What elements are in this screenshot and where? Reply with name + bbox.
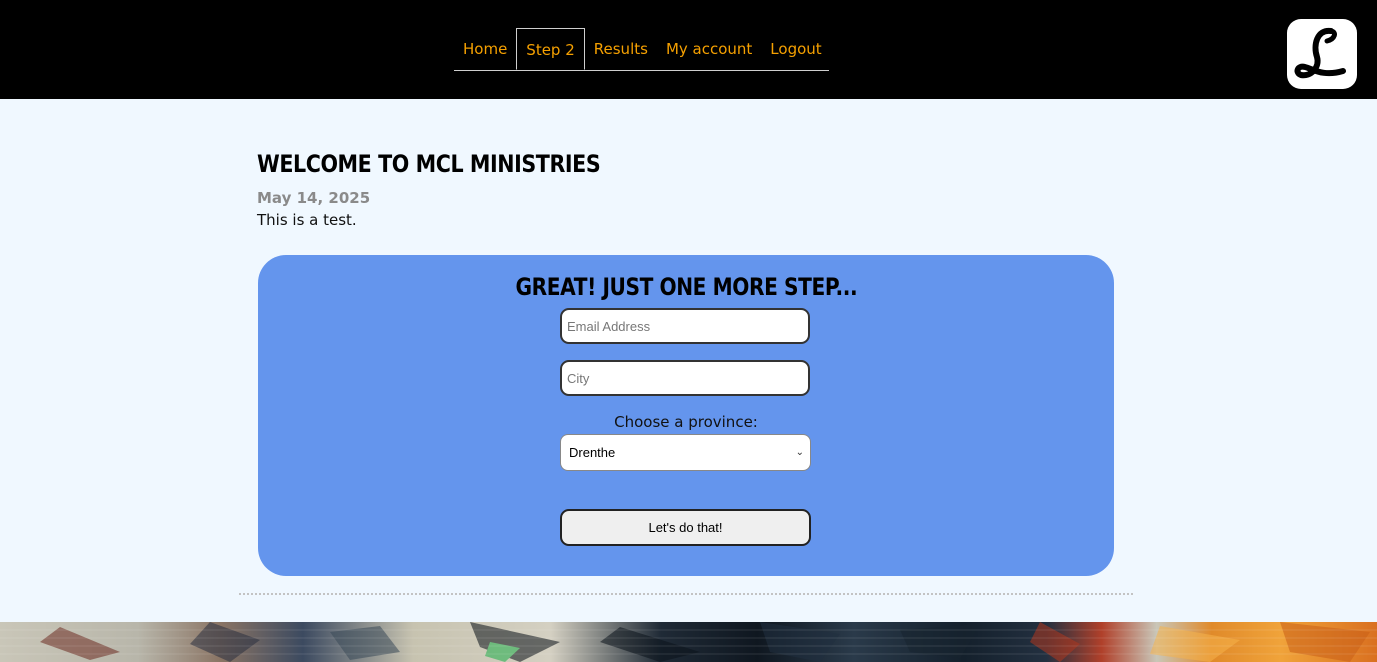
post-body: This is a test. [257, 211, 357, 229]
post-date: May 14, 2025 [257, 189, 371, 207]
content-divider [239, 593, 1133, 595]
nav-step-2[interactable]: Step 2 [516, 28, 585, 70]
painting-texture-icon [0, 622, 1377, 662]
email-input[interactable] [560, 308, 810, 344]
top-header: Home Step 2 Results My account Logout [0, 0, 1377, 99]
nav-results[interactable]: Results [585, 28, 657, 70]
city-input[interactable] [560, 360, 810, 396]
main-nav: Home Step 2 Results My account Logout [454, 28, 829, 71]
province-selected-value: Drenthe [569, 445, 616, 460]
painted-footer-image [0, 622, 1377, 662]
script-l-logo-icon [1294, 27, 1346, 79]
page-title: Welcome to MCL Ministries [257, 150, 601, 178]
chevron-down-icon: ⌄ [795, 447, 804, 458]
nav-home[interactable]: Home [454, 28, 516, 70]
submit-button[interactable]: Let's do that! [560, 509, 811, 546]
province-label: Choose a province: [614, 413, 758, 431]
site-logo[interactable] [1287, 19, 1357, 89]
nav-my-account[interactable]: My account [657, 28, 761, 70]
province-select[interactable]: Drenthe ⌄ [560, 434, 811, 471]
nav-logout[interactable]: Logout [761, 28, 830, 70]
form-title: Great! Just one more step... [258, 273, 1114, 301]
signup-card: Great! Just one more step... Choose a pr… [258, 255, 1114, 576]
form-title-text: Great! Just one more step... [515, 273, 857, 301]
